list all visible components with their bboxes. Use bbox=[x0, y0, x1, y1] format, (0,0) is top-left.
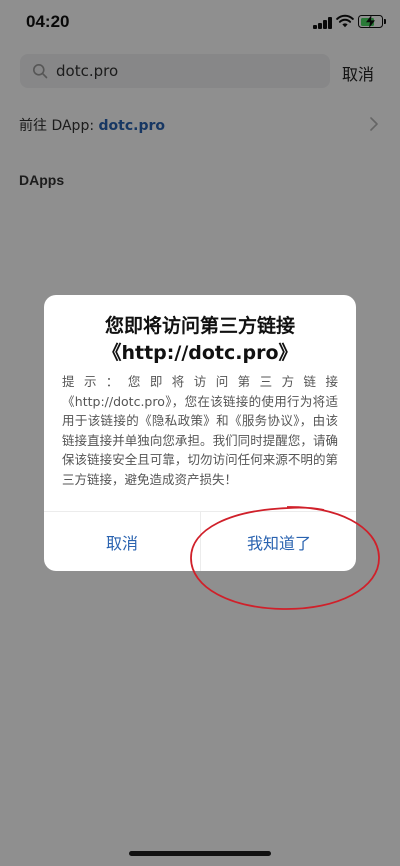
dialog-acknowledge-button[interactable]: 我知道了 bbox=[201, 512, 356, 571]
external-link-warning-dialog: 您即将访问第三方链接《http://dotc.pro》 提示：您即将访问第三方链… bbox=[44, 295, 356, 571]
dialog-title: 您即将访问第三方链接《http://dotc.pro》 bbox=[102, 315, 298, 364]
page: 04:20 取消 前往 DApp: dotc.pro bbox=[0, 0, 400, 866]
home-indicator[interactable] bbox=[129, 851, 271, 856]
dialog-cancel-button[interactable]: 取消 bbox=[44, 512, 200, 571]
dialog-message: 提示：您即将访问第三方链接《http://dotc.pro》，您在该链接的使用行… bbox=[62, 374, 338, 487]
